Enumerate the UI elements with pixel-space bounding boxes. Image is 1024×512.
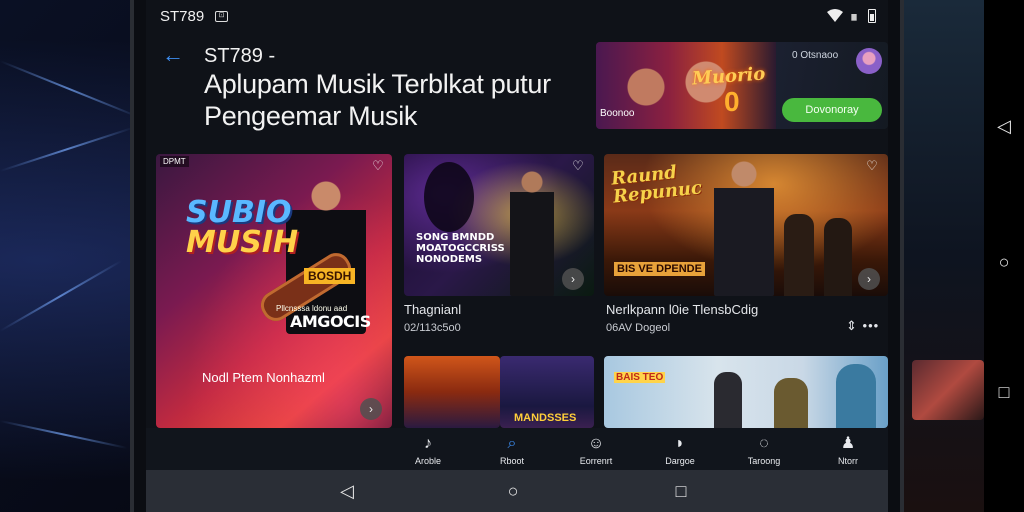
featured-title: SUBIO MUSIH <box>186 198 298 258</box>
bg-light-streak <box>0 60 140 119</box>
promo-caption: Boonoo <box>600 108 635 119</box>
featured-caption: Nodl Ptem Nonhazml <box>202 370 325 385</box>
featured-title-line2: MUSIH <box>186 225 299 260</box>
recents-square-icon[interactable]: □ <box>994 382 1014 402</box>
featured-sticker: BOSDH <box>304 268 356 284</box>
featured-title-line1: SUBIO <box>186 195 292 230</box>
music-card-meta: Nerlkpann l0ie TlensbCdig 06AV Dogeol <box>606 302 758 334</box>
signal-icon <box>851 14 857 21</box>
download-button[interactable]: Dovonoray <box>782 98 882 122</box>
silhouette-shape <box>424 162 474 232</box>
status-bar: ST789 ⊡ <box>146 0 888 34</box>
back-triangle-icon[interactable]: ◁ <box>336 480 358 502</box>
featured-card[interactable]: DPMT SUBIO MUSIH BOSDH Pllcnsssa ldonu a… <box>156 154 392 428</box>
music-card-meta: Thagnianl 02/113c5o0 <box>404 302 461 334</box>
tab-eorrenrt[interactable]: ☺ Eorrenrt <box>566 434 626 466</box>
scene: ◁ ○ □ ST789 ⊡ ← ST789 - Aplupam Musik Te… <box>0 0 1024 512</box>
page-title-line2: Pengeemar Musik <box>204 101 418 131</box>
music-icon: ♪ <box>424 435 432 452</box>
bg-light-streak <box>0 420 128 450</box>
card-poster-text: SONG BMNDD MOATOGCCRISS NONODEMS <box>416 232 505 265</box>
tab-aroble[interactable]: ♪ Aroble <box>398 434 458 466</box>
bg-right-thumbnail <box>912 360 984 420</box>
site-name: ST789 - <box>204 45 276 67</box>
circle-icon: ◌ <box>759 435 769 452</box>
promo-label: 0 Otsnaoo <box>792 50 839 61</box>
tab-label: Eorrenrt <box>579 456 613 466</box>
tab-label: Ntorr <box>838 456 858 466</box>
featured-logo: AMGOCIS <box>290 312 371 331</box>
battery-icon <box>868 9 876 23</box>
smile-icon: ☺ <box>587 435 605 452</box>
tab-search[interactable]: ⌕ Rboot <box>482 434 542 466</box>
bottom-tab-bar: ♪ Aroble ⌕ Rboot ☺ Eorrenrt ◗ Dargoe ◌ T… <box>146 428 888 470</box>
tab-taroong[interactable]: ◌ Taroong <box>734 434 794 466</box>
promo-banner[interactable]: Muorio 0 Boonoo 0 Otsnaoo Dovonoray <box>596 42 888 129</box>
artist-figure <box>510 168 554 296</box>
artist-figure <box>714 158 774 296</box>
card-title[interactable]: Thagnianl <box>404 302 461 317</box>
card-title[interactable]: Nerlkpann l0ie TlensbCdig <box>606 302 758 317</box>
search-icon: ⌕ <box>507 435 517 452</box>
app-screen: ST789 ⊡ ← ST789 - Aplupam Musik Terblkat… <box>146 0 888 470</box>
sim-icon: ⊡ <box>215 11 228 22</box>
card-sticker: BIS VE DPENDE <box>614 262 705 276</box>
bg-right-panel <box>904 0 984 512</box>
system-nav-rail: ◁ ○ □ <box>984 0 1024 512</box>
tab-dargoe[interactable]: ◗ Dargoe <box>650 434 710 466</box>
artist-figure <box>774 378 808 428</box>
tablet-device: ST789 ⊡ ← ST789 - Aplupam Musik Terblkat… <box>130 0 904 512</box>
share-icon[interactable]: ⇕ <box>846 318 858 333</box>
tab-label: Taroong <box>747 456 781 466</box>
card-actions[interactable]: ⇕ ••• <box>846 318 879 334</box>
card-subtitle: 02/113c5o0 <box>404 322 461 334</box>
artist-figure <box>836 364 876 428</box>
recents-square-icon[interactable]: □ <box>670 480 692 502</box>
music-card[interactable]: SONG BMNDD MOATOGCCRISS NONODEMS ♡ › <box>404 154 594 296</box>
favorite-icon[interactable]: ♡ <box>370 158 386 174</box>
play-chevron-icon[interactable]: › <box>562 268 584 290</box>
back-triangle-icon[interactable]: ◁ <box>994 116 1014 136</box>
card-logo: Raund Repunuc <box>610 161 703 208</box>
bg-light-streak <box>0 126 134 172</box>
more-icon[interactable]: ••• <box>863 318 880 333</box>
tab-label: Aroble <box>414 456 441 466</box>
music-card-small[interactable]: MANDSSES <box>500 356 594 428</box>
favorite-icon[interactable]: ♡ <box>570 158 586 174</box>
page-title-line1: Aplupam Musik Terblkat putur <box>204 69 551 99</box>
promo-art-number: 0 <box>724 86 740 117</box>
artist-figure <box>714 372 742 428</box>
avatar[interactable] <box>856 48 882 74</box>
person-icon: ♟ <box>840 435 856 452</box>
card-subtitle: 06AV Dogeol <box>606 322 671 334</box>
band-member-figure <box>824 218 852 296</box>
card-poster-text: MANDSSES <box>514 412 577 424</box>
play-chevron-icon[interactable]: › <box>858 268 880 290</box>
page-headline: ST789 - Aplupam Musik Terblkat putur Pen… <box>204 44 604 132</box>
favorite-icon[interactable]: ♡ <box>864 158 880 174</box>
tab-profile[interactable]: ♟ Ntorr <box>818 434 878 466</box>
music-card-wide[interactable]: BAIS TEO <box>604 356 888 428</box>
status-icons <box>826 9 876 23</box>
wifi-icon <box>827 9 843 22</box>
home-circle-icon[interactable]: ○ <box>502 480 524 502</box>
play-icon: ◗ <box>675 435 685 452</box>
system-nav-bar: ◁ ○ □ <box>146 470 888 512</box>
music-card[interactable]: Raund Repunuc BIS VE DPENDE ♡ › <box>604 154 888 296</box>
back-arrow-icon[interactable]: ← <box>162 44 184 66</box>
tab-label: Rboot <box>499 456 525 466</box>
play-chevron-icon[interactable]: › <box>360 398 382 420</box>
band-member-figure <box>784 214 814 296</box>
home-circle-icon[interactable]: ○ <box>994 252 1014 272</box>
status-time: ST789 <box>160 8 205 25</box>
tab-label: Dargoe <box>665 456 695 466</box>
card-poster-text: BAIS TEO <box>614 372 666 383</box>
music-card-small[interactable] <box>404 356 500 428</box>
bg-light-streak <box>0 260 122 332</box>
card-badge: DPMT <box>160 156 189 167</box>
